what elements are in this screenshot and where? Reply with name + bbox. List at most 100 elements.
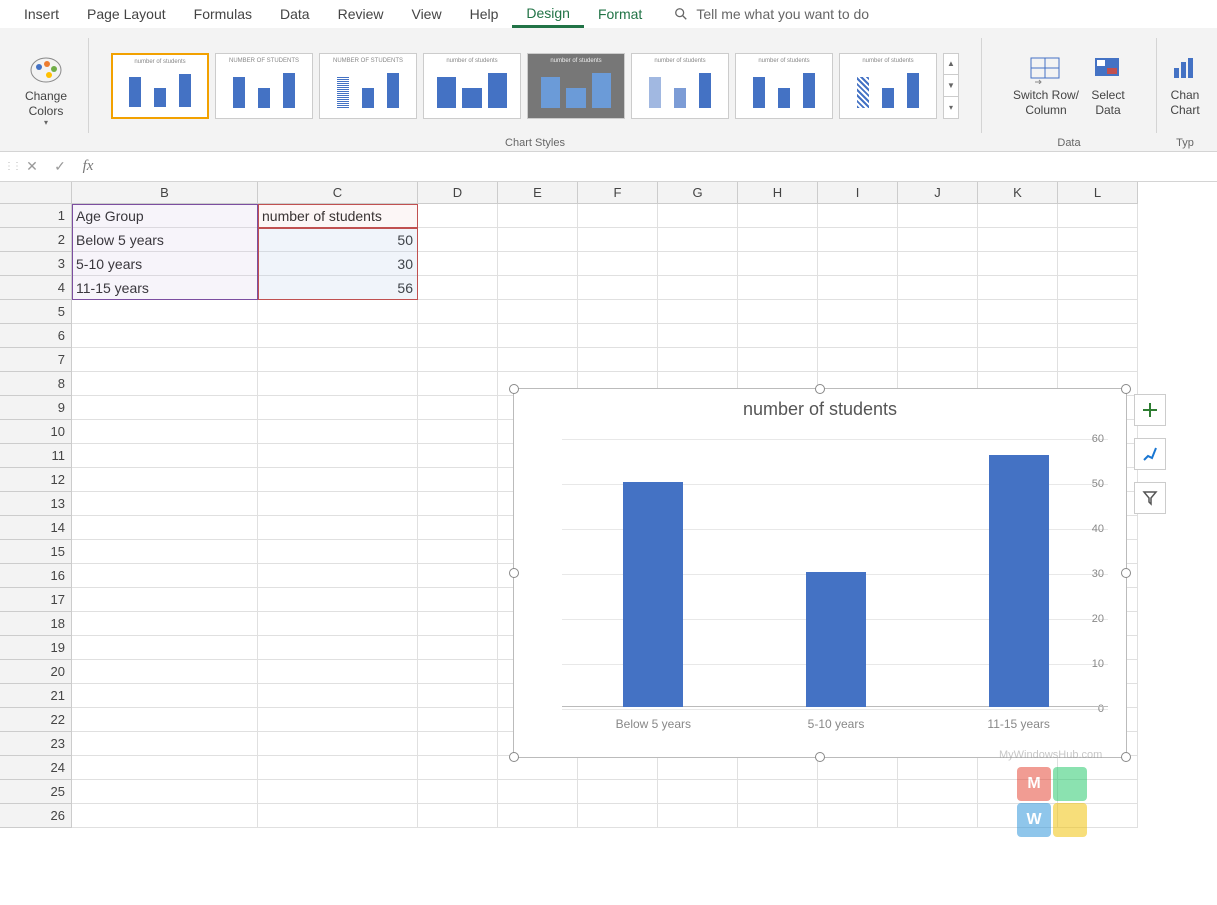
chart-styles-button[interactable] (1134, 438, 1166, 470)
chart-style-8[interactable]: number of students (839, 53, 937, 119)
cell[interactable] (258, 564, 418, 588)
cell[interactable] (898, 348, 978, 372)
cell[interactable] (418, 348, 498, 372)
embedded-chart[interactable]: number of students 0102030405060Below 5 … (513, 388, 1127, 758)
cell[interactable] (898, 324, 978, 348)
cell[interactable] (418, 468, 498, 492)
row-header-8[interactable]: 8 (0, 372, 72, 396)
chart-style-1[interactable]: number of students (111, 53, 209, 119)
cell[interactable] (498, 804, 578, 828)
cell[interactable] (72, 588, 258, 612)
cell[interactable] (738, 780, 818, 804)
cell[interactable] (418, 588, 498, 612)
cell[interactable] (498, 228, 578, 252)
cell[interactable] (898, 204, 978, 228)
col-header-B[interactable]: B (72, 182, 258, 204)
cell[interactable] (418, 228, 498, 252)
cell[interactable] (258, 588, 418, 612)
cell[interactable] (738, 804, 818, 828)
cell[interactable] (418, 300, 498, 324)
cell[interactable] (72, 372, 258, 396)
cell[interactable] (898, 276, 978, 300)
cell[interactable]: Age Group (72, 204, 258, 228)
chart-filters-button[interactable] (1134, 482, 1166, 514)
cell[interactable] (418, 324, 498, 348)
cell[interactable] (72, 732, 258, 756)
row-header-21[interactable]: 21 (0, 684, 72, 708)
row-header-22[interactable]: 22 (0, 708, 72, 732)
cell[interactable] (258, 540, 418, 564)
col-header-H[interactable]: H (738, 182, 818, 204)
cell[interactable] (1058, 276, 1138, 300)
cell[interactable] (258, 372, 418, 396)
row-header-24[interactable]: 24 (0, 756, 72, 780)
cell[interactable]: 50 (258, 228, 418, 252)
cell[interactable] (258, 300, 418, 324)
cell[interactable] (72, 684, 258, 708)
chart-style-3[interactable]: NUMBER OF STUDENTS (319, 53, 417, 119)
chart-handle-tl[interactable] (509, 384, 519, 394)
cell[interactable] (738, 348, 818, 372)
cell[interactable] (658, 228, 738, 252)
cell[interactable] (72, 396, 258, 420)
formula-input[interactable] (106, 159, 1217, 174)
chart-style-6[interactable]: number of students (631, 53, 729, 119)
cell[interactable] (418, 492, 498, 516)
tab-view[interactable]: View (397, 2, 455, 26)
cell[interactable] (818, 276, 898, 300)
cell[interactable] (898, 300, 978, 324)
cell[interactable] (498, 348, 578, 372)
cell[interactable] (258, 732, 418, 756)
cell[interactable] (978, 204, 1058, 228)
cell[interactable] (418, 204, 498, 228)
cell[interactable] (898, 804, 978, 828)
cell[interactable] (818, 228, 898, 252)
cell[interactable] (818, 804, 898, 828)
cell[interactable] (418, 660, 498, 684)
cell[interactable] (578, 804, 658, 828)
select-all-corner[interactable] (0, 182, 72, 204)
cell[interactable] (72, 300, 258, 324)
change-chart-type-button[interactable]: Chan Chart (1166, 52, 1204, 119)
cell[interactable] (418, 684, 498, 708)
cell[interactable] (578, 324, 658, 348)
cell[interactable] (738, 228, 818, 252)
cell[interactable] (738, 252, 818, 276)
cell[interactable] (898, 780, 978, 804)
change-colors-button[interactable]: Change Colors ▾ (21, 53, 71, 129)
tab-insert[interactable]: Insert (10, 2, 73, 26)
col-header-L[interactable]: L (1058, 182, 1138, 204)
cell[interactable] (818, 324, 898, 348)
cell[interactable] (498, 300, 578, 324)
cell[interactable] (658, 348, 738, 372)
cell[interactable] (258, 660, 418, 684)
tab-review[interactable]: Review (324, 2, 398, 26)
cell[interactable] (418, 396, 498, 420)
col-header-G[interactable]: G (658, 182, 738, 204)
row-header-10[interactable]: 10 (0, 420, 72, 444)
formula-bar-grip[interactable]: ⋮⋮ (4, 161, 14, 172)
cell[interactable] (578, 252, 658, 276)
cell[interactable] (658, 252, 738, 276)
select-data-button[interactable]: Select Data (1087, 52, 1129, 119)
cell[interactable] (738, 756, 818, 780)
cell[interactable] (658, 324, 738, 348)
tab-formulas[interactable]: Formulas (180, 2, 266, 26)
cell[interactable] (258, 612, 418, 636)
cell[interactable] (578, 228, 658, 252)
cell[interactable] (658, 276, 738, 300)
tab-format[interactable]: Format (584, 2, 656, 26)
cell[interactable] (738, 324, 818, 348)
cell[interactable] (1058, 348, 1138, 372)
cell[interactable] (658, 300, 738, 324)
enter-formula-button[interactable]: ✓ (50, 158, 70, 175)
cell[interactable]: Below 5 years (72, 228, 258, 252)
col-header-K[interactable]: K (978, 182, 1058, 204)
cell[interactable] (258, 516, 418, 540)
row-header-16[interactable]: 16 (0, 564, 72, 588)
cell[interactable] (818, 780, 898, 804)
cell[interactable]: 5-10 years (72, 252, 258, 276)
cell[interactable] (258, 636, 418, 660)
cell[interactable] (658, 780, 738, 804)
cell[interactable] (72, 444, 258, 468)
